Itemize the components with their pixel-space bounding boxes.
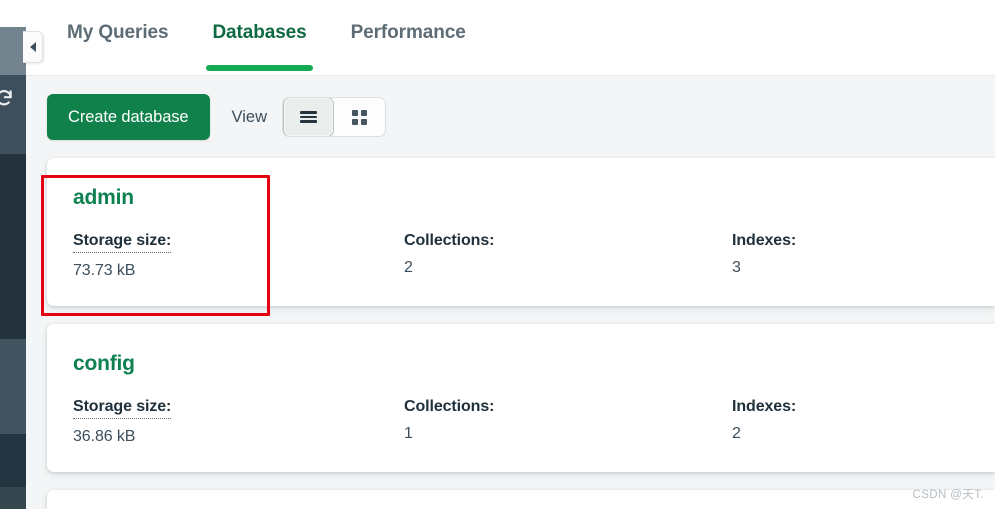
sidebar[interactable] [0,0,26,509]
database-card-next-partial[interactable] [47,490,995,509]
stat-indexes-label: Indexes: [732,398,797,415]
sidebar-band-4[interactable] [0,154,26,339]
sidebar-band-6[interactable] [0,434,26,487]
grid-icon [351,109,367,125]
database-name-link[interactable]: config [47,352,135,376]
database-list: admin Storage size: 73.73 kB Collections… [26,158,995,509]
refresh-icon[interactable] [0,88,14,108]
view-toggle-group[interactable] [281,97,386,137]
sidebar-band-3[interactable] [0,75,26,154]
tab-performance[interactable]: Performance [351,0,466,76]
chevron-left-icon [29,42,36,52]
stat-collections-label: Collections: [404,398,495,415]
sidebar-band-1 [0,0,26,27]
workspace: My Queries Databases Performance Create … [26,0,995,509]
stat-storage-size: Storage size: 73.73 kB [73,232,404,280]
stat-collections: Collections: 1 [404,398,732,443]
create-database-button[interactable]: Create database [47,94,210,140]
watermark: CSDN @天T. [912,489,984,501]
databases-toolbar: Create database View [26,76,995,158]
view-option-grid[interactable] [334,98,385,136]
stat-storage-size: Storage size: 36.86 kB [73,398,404,446]
tab-my-queries[interactable]: My Queries [67,0,169,76]
stat-collections-label: Collections: [404,232,495,249]
tab-databases[interactable]: Databases [206,0,313,76]
stat-storage-size-label[interactable]: Storage size: [73,232,171,253]
stat-indexes-value: 3 [732,259,741,276]
stat-indexes: Indexes: 2 [732,398,932,443]
stat-collections-value: 1 [404,425,413,442]
stat-collections: Collections: 2 [404,232,732,277]
database-card-admin[interactable]: admin Storage size: 73.73 kB Collections… [47,158,995,306]
stat-indexes: Indexes: 3 [732,232,932,277]
list-icon [299,109,317,125]
stat-collections-value: 2 [404,259,413,276]
view-option-list[interactable] [282,98,334,136]
stat-storage-size-value: 73.73 kB [73,262,136,279]
database-card-config[interactable]: config Storage size: 36.86 kB Collection… [47,324,995,472]
sidebar-collapse-button[interactable] [23,31,43,63]
compass-window: My Queries Databases Performance Create … [0,0,995,509]
sidebar-band-7[interactable] [0,487,26,509]
tab-bar: My Queries Databases Performance [26,0,995,76]
database-name-link[interactable]: admin [47,186,134,210]
stat-storage-size-value: 36.86 kB [73,428,136,445]
view-label: View [231,107,267,126]
stat-indexes-value: 2 [732,425,741,442]
sidebar-band-5[interactable] [0,339,26,434]
stat-storage-size-label[interactable]: Storage size: [73,398,171,419]
stat-indexes-label: Indexes: [732,232,797,249]
